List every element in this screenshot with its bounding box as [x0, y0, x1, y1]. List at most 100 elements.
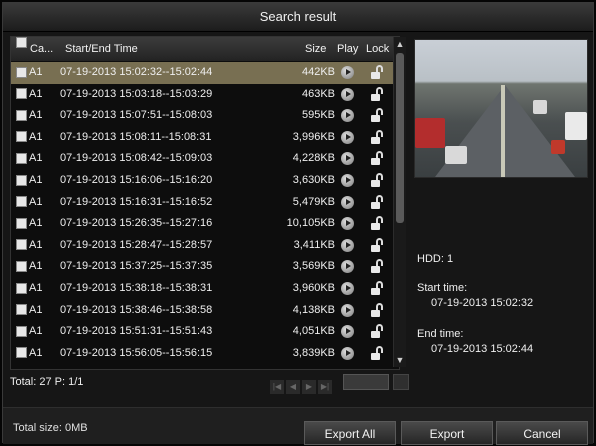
- unlock-icon[interactable]: [371, 173, 385, 188]
- preview-truck: [565, 112, 587, 140]
- row-size: 595KB: [301, 109, 335, 122]
- cancel-button[interactable]: Cancel: [496, 421, 588, 445]
- table-footer: Total: 27 P: 1/1 |◀ ◀ ▶ ▶|: [10, 371, 412, 394]
- row-camera-label: A1: [29, 87, 43, 100]
- row-checkbox[interactable]: [16, 304, 27, 316]
- unlock-icon[interactable]: [371, 108, 385, 123]
- preview-bus: [415, 118, 445, 148]
- table-row[interactable]: A1 07-19-2013 15:02:32--15:02:44 442KB: [11, 62, 399, 84]
- row-camera: A1: [16, 105, 42, 127]
- play-icon[interactable]: [341, 152, 354, 166]
- unlock-icon[interactable]: [371, 345, 385, 361]
- play-icon[interactable]: [341, 303, 354, 317]
- unlock-icon[interactable]: [371, 129, 385, 145]
- header-time[interactable]: Start/End Time: [65, 37, 138, 61]
- row-size: 5,479KB: [292, 195, 335, 208]
- export-all-button[interactable]: Export All: [304, 421, 396, 445]
- play-icon[interactable]: [341, 325, 354, 339]
- table-row[interactable]: A1 07-19-2013 15:03:18--15:03:29 463KB: [11, 84, 399, 106]
- scroll-down-arrow-icon[interactable]: ▼: [394, 353, 406, 367]
- preview-median: [501, 85, 505, 177]
- play-icon[interactable]: [341, 260, 354, 274]
- row-time: 07-19-2013 15:37:25--15:37:35: [60, 260, 213, 273]
- row-checkbox[interactable]: [16, 347, 27, 359]
- end-time-label: End time:: [417, 328, 464, 340]
- play-icon[interactable]: [341, 282, 354, 295]
- row-checkbox[interactable]: [16, 282, 27, 294]
- row-checkbox[interactable]: [16, 88, 27, 100]
- table-row[interactable]: A1 07-19-2013 15:37:25--15:37:35 3,569KB: [11, 256, 399, 278]
- unlock-icon[interactable]: [371, 324, 385, 339]
- dialog-footer: Total size: 0MB Export All Export Cancel: [3, 407, 593, 445]
- row-size: 3,960KB: [292, 282, 335, 294]
- table-row[interactable]: A1 07-19-2013 15:38:18--15:38:31 3,960KB: [11, 278, 399, 300]
- row-checkbox[interactable]: [16, 217, 27, 229]
- row-checkbox[interactable]: [16, 152, 27, 164]
- page-number-input[interactable]: [343, 374, 389, 390]
- play-icon[interactable]: [341, 238, 354, 252]
- play-icon[interactable]: [341, 109, 354, 123]
- row-size: 463KB: [301, 87, 335, 100]
- row-size: 3,630KB: [292, 174, 335, 186]
- row-checkbox[interactable]: [16, 174, 27, 186]
- header-size[interactable]: Size: [305, 37, 326, 61]
- next-page-icon[interactable]: ▶: [302, 380, 316, 394]
- row-size: 4,138KB: [292, 303, 335, 316]
- row-camera-label: A1: [29, 282, 43, 294]
- unlock-icon[interactable]: [371, 216, 385, 231]
- table-row[interactable]: A1 07-19-2013 15:28:47--15:28:57 3,411KB: [11, 235, 399, 257]
- play-icon[interactable]: [341, 195, 354, 209]
- first-page-icon[interactable]: |◀: [270, 380, 284, 394]
- play-icon[interactable]: [341, 217, 354, 231]
- row-checkbox[interactable]: [16, 196, 27, 208]
- unlock-icon[interactable]: [371, 194, 385, 210]
- row-size: 3,569KB: [292, 260, 335, 273]
- scroll-up-arrow-icon[interactable]: ▲: [394, 37, 406, 51]
- row-camera-label: A1: [29, 109, 43, 122]
- search-result-dialog: Search result Ca... Start/End Time Size …: [2, 2, 594, 445]
- unlock-icon[interactable]: [371, 65, 385, 80]
- row-camera: A1: [16, 256, 42, 278]
- table-row[interactable]: A1 07-19-2013 15:26:35--15:27:16 10,105KB: [11, 213, 399, 235]
- page-go-button[interactable]: [393, 374, 409, 390]
- row-checkbox[interactable]: [16, 109, 27, 121]
- row-camera: A1: [16, 62, 42, 84]
- last-page-icon[interactable]: ▶|: [318, 380, 332, 394]
- table-row[interactable]: A1 07-19-2013 15:16:06--15:16:20 3,630KB: [11, 170, 399, 192]
- table-row[interactable]: A1 07-19-2013 15:07:51--15:08:03 595KB: [11, 105, 399, 127]
- table-row[interactable]: A1 07-19-2013 15:56:05--15:56:15 3,839KB: [11, 343, 399, 365]
- export-button[interactable]: Export: [401, 421, 493, 445]
- row-camera: A1: [16, 343, 42, 365]
- scroll-thumb[interactable]: [396, 53, 404, 223]
- table-row[interactable]: A1 07-19-2013 15:38:46--15:38:58 4,138KB: [11, 300, 399, 322]
- unlock-icon[interactable]: [371, 259, 385, 274]
- play-icon[interactable]: [341, 130, 354, 144]
- unlock-icon[interactable]: [371, 151, 385, 166]
- unlock-icon[interactable]: [371, 302, 385, 318]
- unlock-icon[interactable]: [371, 237, 385, 253]
- row-camera: A1: [16, 278, 42, 300]
- row-checkbox[interactable]: [16, 131, 27, 143]
- prev-page-icon[interactable]: ◀: [286, 380, 300, 394]
- unlock-icon[interactable]: [371, 281, 385, 296]
- row-checkbox[interactable]: [16, 325, 27, 337]
- unlock-icon[interactable]: [371, 86, 385, 102]
- table-row[interactable]: A1 07-19-2013 15:16:31--15:16:52 5,479KB: [11, 192, 399, 214]
- play-icon[interactable]: [341, 66, 354, 79]
- row-camera: A1: [16, 192, 42, 214]
- header-camera[interactable]: Ca...: [30, 37, 53, 61]
- table-row[interactable]: A1 07-19-2013 15:51:31--15:51:43 4,051KB: [11, 321, 399, 343]
- play-icon[interactable]: [341, 174, 354, 187]
- result-table: Ca... Start/End Time Size Play Lock A1 07…: [10, 36, 400, 370]
- row-checkbox[interactable]: [16, 260, 27, 272]
- play-icon[interactable]: [341, 87, 354, 101]
- row-camera: A1: [16, 235, 42, 257]
- table-row[interactable]: A1 07-19-2013 15:08:42--15:09:03 4,228KB: [11, 148, 399, 170]
- total-count: Total: 27 P: 1/1: [10, 376, 84, 388]
- table-scrollbar[interactable]: ▲ ▼: [393, 37, 406, 367]
- row-camera-label: A1: [29, 130, 43, 143]
- table-row[interactable]: A1 07-19-2013 15:08:11--15:08:31 3,996KB: [11, 127, 399, 149]
- row-checkbox[interactable]: [16, 66, 27, 78]
- play-icon[interactable]: [341, 346, 354, 360]
- row-checkbox[interactable]: [16, 239, 27, 251]
